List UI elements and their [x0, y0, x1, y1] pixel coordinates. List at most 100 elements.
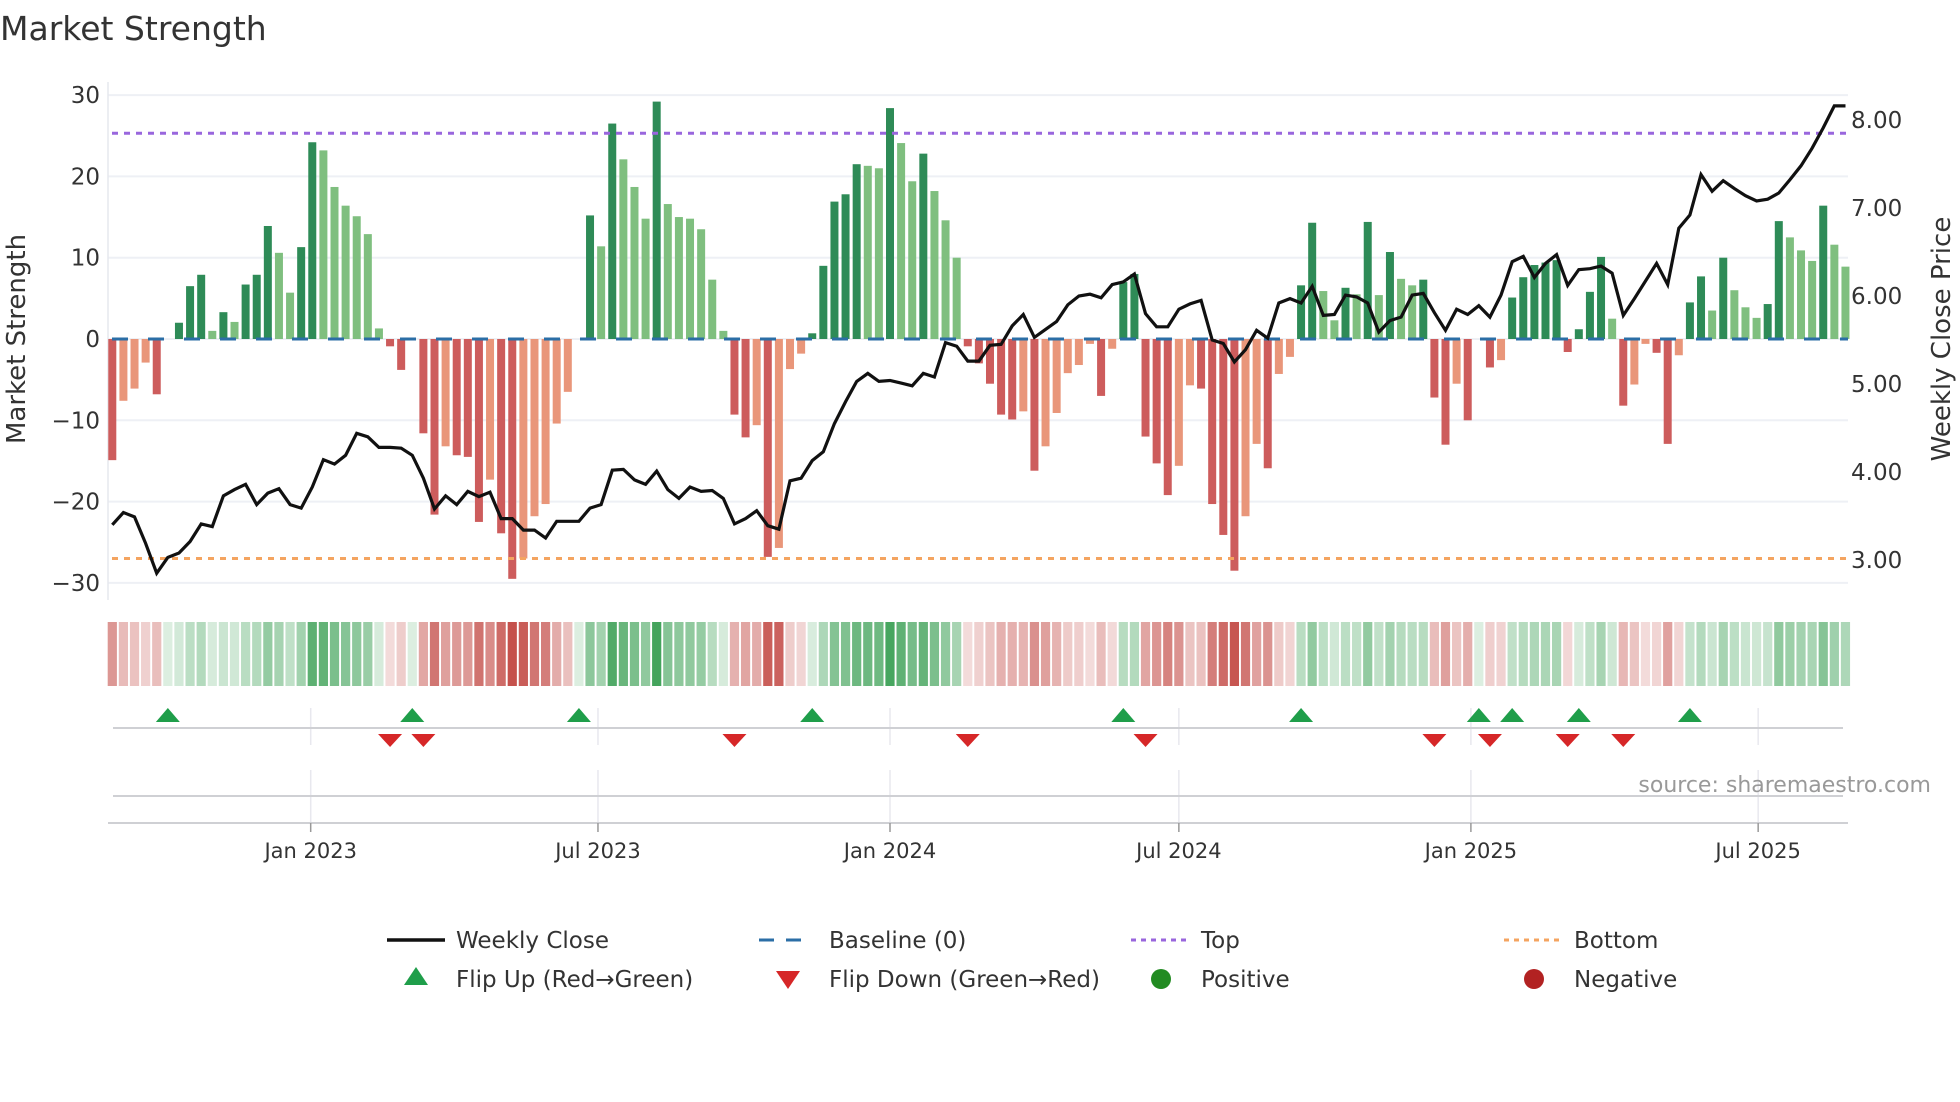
heatmap-cell	[329, 622, 340, 686]
heatmap-cell	[1574, 622, 1584, 686]
heatmap-cell	[1696, 622, 1706, 686]
heatmap-cell	[685, 622, 695, 686]
heatmap-cell	[1029, 622, 1040, 686]
strength-bar	[497, 339, 506, 534]
legend-item-negative[interactable]: Negative	[1524, 967, 1677, 993]
flip-signal-panel	[113, 708, 1843, 822]
strength-bar	[952, 257, 961, 339]
strength-bar	[1241, 339, 1250, 517]
heatmap-cell	[918, 622, 928, 686]
strength-bar	[619, 159, 628, 339]
heatmap-cell	[1207, 622, 1217, 686]
flip-down-marker	[955, 734, 980, 747]
x-tick-label: Jan 2024	[842, 839, 937, 863]
y-right-tick-label: 4.00	[1851, 460, 1902, 486]
strength-bar	[1708, 310, 1717, 339]
heatmap-cell	[1296, 622, 1306, 686]
strength-bar	[141, 339, 150, 363]
heatmap-cell	[163, 622, 173, 686]
strength-bar	[441, 339, 450, 447]
strength-bar	[1552, 260, 1561, 339]
x-tick-label: Jul 2025	[1713, 839, 1800, 863]
heatmap-cell	[540, 622, 551, 686]
flip-up-marker	[1289, 708, 1314, 722]
legend-item-weekly-close[interactable]: Weekly Close	[387, 928, 609, 954]
strength-bar	[1808, 260, 1817, 339]
heatmap-cell	[807, 622, 817, 686]
strength-bar	[963, 339, 972, 347]
heatmap-cell	[274, 622, 284, 686]
strength-bar	[1197, 339, 1206, 389]
heatmap-cell	[1096, 622, 1106, 686]
heatmap-cell	[596, 622, 606, 686]
strength-bar	[241, 284, 250, 339]
x-tick-label: Jan 2025	[1423, 839, 1518, 863]
legend-label: Baseline (0)	[829, 928, 966, 954]
heatmap-cell	[296, 622, 306, 686]
legend-item-positive[interactable]: Positive	[1151, 967, 1290, 993]
strength-bar	[1752, 317, 1761, 339]
x-axis: Jan 2023 Jul 2023 Jan 2024 Jul 2024 Jan 2025…	[108, 822, 1848, 863]
x-tick-label: Jul 2023	[553, 839, 640, 863]
heatmap-cell	[1607, 622, 1617, 686]
heatmap-cell	[1729, 622, 1739, 686]
strength-bar	[1430, 339, 1439, 398]
strength-bar	[1419, 279, 1428, 339]
strength-bar	[1152, 339, 1161, 464]
legend-label: Bottom	[1574, 928, 1658, 954]
flip-up-marker	[800, 708, 825, 722]
heatmap-cell	[563, 622, 573, 686]
strength-bar	[386, 339, 395, 347]
strength-bar	[1730, 290, 1739, 339]
heatmap-cell	[1085, 622, 1095, 686]
strength-bar	[708, 279, 717, 339]
strength-bar	[1252, 339, 1261, 444]
legend-item-baseline[interactable]: Baseline (0)	[759, 928, 966, 954]
heatmap-cell	[141, 622, 151, 686]
flip-down-marker	[1611, 734, 1636, 747]
y-tick-label: −30	[51, 571, 100, 597]
strength-bar	[208, 330, 217, 339]
strength-bar	[1719, 257, 1728, 339]
strength-bar	[1630, 339, 1639, 385]
heatmap-cell	[896, 622, 906, 686]
heatmap-cell	[1152, 622, 1162, 686]
legend-label: Flip Down (Green→Red)	[829, 967, 1100, 993]
flip-up-marker	[400, 708, 425, 722]
heatmap-cell	[552, 622, 562, 686]
strength-bar	[174, 322, 183, 339]
heatmap-cell	[529, 622, 540, 686]
strength-bar	[186, 286, 195, 339]
strength-bar	[1441, 339, 1450, 445]
strength-bar	[108, 339, 117, 461]
flip-up-marker	[1566, 708, 1591, 722]
y-right-tick-label: 3.00	[1851, 548, 1902, 574]
heatmap-cell	[1540, 622, 1551, 686]
strength-bar	[1452, 339, 1461, 384]
strength-bar	[1219, 339, 1228, 535]
strength-bar	[730, 339, 739, 415]
strength-bar	[352, 216, 361, 339]
strength-bar	[552, 339, 561, 424]
legend-item-flip-down[interactable]: Flip Down (Green→Red)	[776, 967, 1100, 993]
strength-bar	[1030, 339, 1039, 471]
y-tick-label: 30	[71, 83, 100, 109]
heatmap-cell	[407, 622, 417, 686]
heatmap-cell	[1507, 622, 1517, 686]
green-dot-icon	[1151, 969, 1171, 989]
heatmap-cell	[1274, 622, 1284, 686]
heatmap-cell	[1740, 622, 1751, 686]
heatmap-cell	[763, 622, 773, 686]
strength-bar	[1619, 339, 1628, 406]
strength-bar	[419, 339, 428, 434]
legend-item-top[interactable]: Top	[1131, 928, 1240, 954]
heatmap-cell	[774, 622, 784, 686]
strength-bar	[652, 101, 661, 339]
strength-bar	[1297, 285, 1306, 339]
strength-bar	[319, 150, 328, 339]
heatmap-cell	[785, 622, 795, 686]
strength-bar	[341, 205, 350, 339]
legend-item-flip-up[interactable]: Flip Up (Red→Green)	[404, 967, 693, 993]
legend-item-bottom[interactable]: Bottom	[1504, 928, 1658, 954]
strength-bar	[308, 142, 317, 339]
